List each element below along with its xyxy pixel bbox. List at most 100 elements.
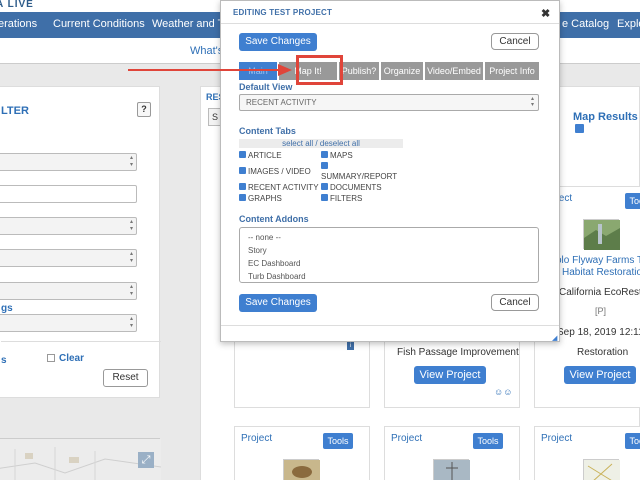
tab-project-info[interactable]: Project Info (485, 62, 539, 80)
thumbnail-image (584, 460, 620, 480)
addon-option[interactable]: EC Dashboard (248, 259, 300, 268)
map-results-toggle[interactable]: Map Results (573, 111, 640, 135)
checkbox-checked[interactable] (321, 183, 328, 190)
filter-select-4[interactable] (0, 282, 137, 300)
content-tab-maps[interactable]: MAPS (321, 151, 353, 160)
content-tab-label: MAPS (330, 151, 353, 160)
project-card (234, 340, 370, 408)
card-type-label: Project (241, 433, 273, 444)
content-addons-label: Content Addons (239, 214, 309, 224)
info-icon: i (347, 342, 354, 350)
tools-button[interactable]: Tools (625, 193, 640, 209)
content-tab-documents[interactable]: DOCUMENTS (321, 183, 382, 192)
default-view-label: Default View (239, 82, 293, 92)
filter-select-5[interactable] (0, 314, 137, 332)
mini-map-graphic (0, 439, 162, 480)
select-all-link[interactable]: select all (282, 139, 313, 148)
filter-select-2[interactable] (0, 217, 137, 235)
card-title[interactable]: Fish Passage Improvement (397, 347, 519, 358)
deselect-all-link[interactable]: deselect all (320, 139, 360, 148)
view-project-button[interactable]: View Project (564, 366, 636, 384)
mini-map[interactable] (0, 438, 162, 480)
tab-video-embed[interactable]: Video/Embed (425, 62, 483, 80)
content-tab-images-video[interactable]: IMAGES / VIDEO (239, 167, 311, 176)
map-results-label: Map Results (573, 111, 638, 123)
filter-text-input[interactable] (0, 185, 137, 203)
project-thumbnail[interactable] (283, 459, 320, 480)
nav-item-explore[interactable]: Explo (617, 18, 640, 30)
filter-left-label: s (1, 355, 7, 366)
card-organization: California EcoRestore (559, 287, 640, 298)
tab-publish[interactable]: Publish? (339, 62, 379, 80)
reset-button[interactable]: Reset (103, 369, 148, 387)
card-title-line2[interactable]: Habitat Restoration (562, 267, 640, 278)
clear-checkbox-box[interactable] (47, 354, 55, 362)
project-card: Project Tools (234, 426, 370, 480)
content-tab-recent-activity[interactable]: RECENT ACTIVITY (239, 183, 319, 192)
tools-button[interactable]: Tools (323, 433, 353, 449)
content-tabs-label: Content Tabs (239, 126, 296, 136)
card-tag: [P] (595, 306, 607, 316)
nav-item-current-conditions[interactable]: Current Conditions (53, 18, 145, 30)
modal-header-divider (221, 23, 559, 24)
filter-select-3[interactable] (0, 249, 137, 267)
content-tab-label: FILTERS (330, 194, 363, 203)
sub-nav-link[interactable]: What's (190, 45, 223, 57)
card-type-label: Project (541, 433, 573, 444)
addon-option[interactable]: -- none -- (248, 233, 281, 242)
content-tab-graphs[interactable]: GRAPHS (239, 194, 282, 203)
content-tab-summary-report[interactable] (321, 162, 330, 171)
annotation-arrow-line (128, 69, 280, 71)
select-separator: / (313, 139, 320, 148)
addon-option[interactable]: Turb Dashboard (248, 272, 306, 281)
close-icon[interactable]: ✖ (541, 7, 550, 20)
filter-group-label: gs (1, 303, 13, 314)
content-tab-filters[interactable]: FILTERS (321, 194, 362, 203)
view-project-button[interactable]: View Project (414, 366, 486, 384)
filter-panel: LTER ? gs s Clear Reset (0, 86, 161, 398)
save-changes-button-top[interactable]: Save Changes (239, 33, 317, 51)
expand-map-icon[interactable]: ⤢ (138, 452, 154, 468)
content-tab-summary-report-label: SUMMARY/REPORT (321, 172, 398, 181)
tools-button[interactable]: Tools (625, 433, 640, 449)
nav-item-operations[interactable]: erations (0, 18, 37, 30)
checkbox-checked[interactable] (239, 194, 246, 201)
checkbox-checked[interactable] (321, 151, 328, 158)
tab-organize[interactable]: Organize (381, 62, 423, 80)
default-view-select[interactable]: RECENT ACTIVITY (239, 94, 539, 111)
project-thumbnail[interactable] (583, 459, 620, 480)
team-icon: ☺☺ (494, 387, 513, 397)
save-changes-button-bottom[interactable]: Save Changes (239, 294, 317, 312)
project-card: Project Tools (384, 426, 520, 480)
filter-title: LTER (1, 105, 29, 117)
modal-footer-divider (221, 325, 559, 326)
checkbox-checked[interactable] (239, 151, 246, 158)
project-thumbnail[interactable] (433, 459, 470, 480)
content-tab-article[interactable]: ARTICLE (239, 151, 282, 160)
checkbox-checked[interactable] (239, 167, 246, 174)
tab-main[interactable]: Main (239, 62, 277, 80)
card-title-line1[interactable]: olo Flyway Farms Tid (556, 255, 640, 266)
tools-button[interactable]: Tools (473, 433, 503, 449)
thumbnail-image (434, 460, 470, 480)
annotation-arrow-head-icon (278, 64, 292, 76)
thumbnail-image (584, 220, 620, 250)
checkbox-checked[interactable] (321, 194, 328, 201)
edit-project-modal: EDITING TEST PROJECT ✖ Save Changes Canc… (220, 0, 560, 342)
map-results-checkbox[interactable] (575, 124, 584, 133)
checkbox-checked[interactable] (239, 183, 246, 190)
cancel-button-top[interactable]: Cancel (491, 33, 539, 50)
filter-select-1[interactable] (0, 153, 137, 171)
content-tab-label: RECENT ACTIVITY (248, 183, 319, 192)
site-logo: A LIVE (0, 0, 34, 10)
checkbox-checked[interactable] (321, 162, 328, 169)
filter-help-button[interactable]: ? (137, 102, 151, 117)
nav-item-catalog[interactable]: e Catalog (562, 18, 609, 30)
project-thumbnail[interactable] (583, 219, 620, 250)
filter-clear-checkbox[interactable]: Clear (47, 353, 84, 364)
addon-option[interactable]: Story (248, 246, 267, 255)
cancel-button-bottom[interactable]: Cancel (491, 294, 539, 311)
filter-divider (1, 341, 161, 342)
content-addons-list[interactable]: -- none -- Story EC Dashboard Turb Dashb… (239, 227, 539, 283)
resize-handle-icon[interactable]: ◢ (552, 334, 557, 342)
